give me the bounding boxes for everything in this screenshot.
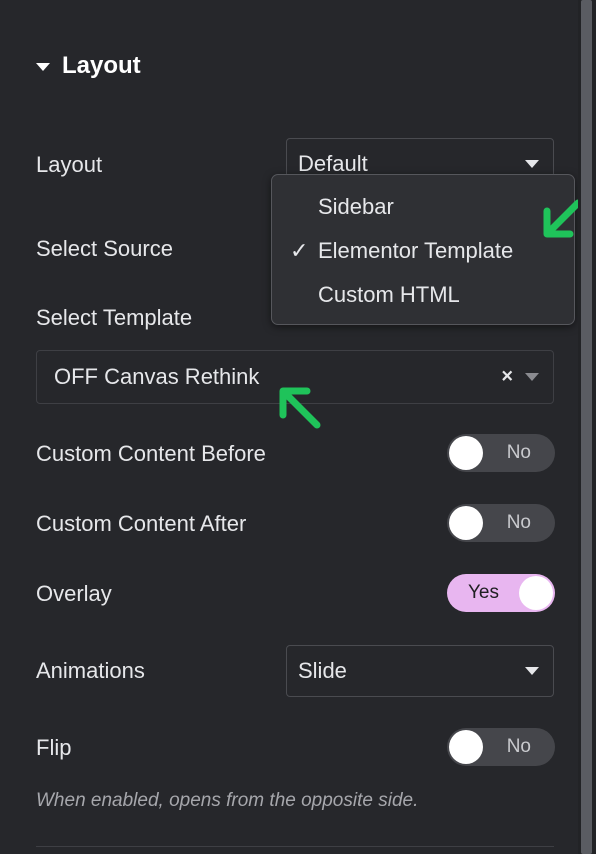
caret-down-icon [36,63,50,71]
checkmark-icon: ✓ [290,238,309,264]
animations-label: Animations [36,658,145,683]
menu-item-sidebar[interactable]: Sidebar [272,187,574,227]
toggle-state: No [506,736,531,757]
settings-panel: Layout Layout Default Select Source Sele… [0,0,596,854]
close-icon[interactable]: × [501,366,513,389]
chevron-down-icon [525,160,539,168]
flip-help-text: When enabled, opens from the opposite si… [36,790,419,811]
flip-toggle[interactable]: No [447,728,555,766]
toggle-state: No [506,442,531,463]
divider [36,846,554,847]
select-source-label: Select Source [36,236,173,261]
custom-content-after-label: Custom Content After [36,511,247,536]
toggle-state: Yes [468,582,499,603]
animations-select[interactable]: Slide [286,645,554,697]
toggle-state: No [506,512,531,533]
custom-content-after-toggle[interactable]: No [447,504,555,542]
layout-label: Layout [36,152,103,177]
scrollbar-track[interactable] [578,0,596,854]
flip-label: Flip [36,735,72,760]
toggle-knob [519,576,553,610]
overlay-label: Overlay [36,581,112,606]
menu-item-label: Sidebar [318,194,394,219]
menu-item-label: Elementor Template [318,238,514,263]
arrow-icon [279,387,321,429]
section-title: Layout [62,52,141,79]
chevron-down-icon [525,667,539,675]
menu-item-elementor-template[interactable]: ✓ Elementor Template [272,231,574,271]
custom-content-before-toggle[interactable]: No [447,434,555,472]
source-dropdown-menu: Sidebar ✓ Elementor Template Custom HTML [271,174,575,325]
chevron-down-icon[interactable] [525,373,539,381]
overlay-toggle[interactable]: Yes [447,574,555,612]
toggle-knob [449,436,483,470]
template-select-value: OFF Canvas Rethink [54,364,260,389]
toggle-knob [449,506,483,540]
section-header-layout[interactable]: Layout [36,52,141,80]
toggle-knob [449,730,483,764]
select-template-label: Select Template [36,305,193,330]
animations-select-value: Slide [298,658,347,683]
scrollbar-thumb[interactable] [581,0,592,854]
menu-item-custom-html[interactable]: Custom HTML [272,275,574,315]
custom-content-before-label: Custom Content Before [36,441,266,466]
menu-item-label: Custom HTML [318,282,460,307]
